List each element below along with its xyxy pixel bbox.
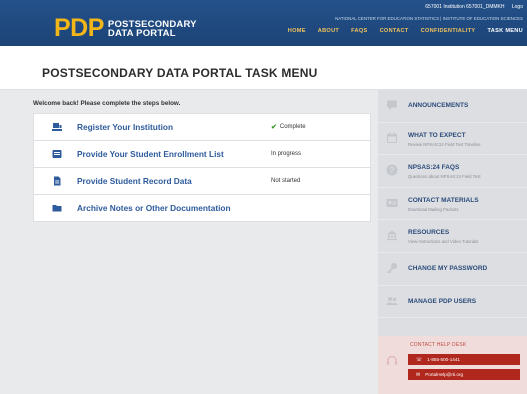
sidebar-title: NPSAS:24 FAQS [408,164,460,172]
task-register-institution[interactable]: Register Your Institution ✔ Complete [33,113,371,141]
task-enrollment-list[interactable]: Provide Your Student Enrollment List In … [33,140,371,168]
sidebar: ANNOUNCEMENTS WHAT TO EXPECT Review NPSA… [378,90,527,394]
nav-task-menu[interactable]: TASK MENU [487,28,523,34]
welcome-message: Welcome back! Please complete the steps … [33,100,181,107]
sidebar-item-contact-materials[interactable]: CONTACT MATERIALS Download Mailing Packe… [378,188,527,221]
user-info: 657001 Institution 657001_DMMKH Logo [425,4,523,10]
org-affiliation: NATIONAL CENTER FOR EDUCATION STATISTICS… [335,16,523,21]
logo-text: POSTSECONDARY DATA PORTAL [107,18,197,39]
nav-contact[interactable]: CONTACT [380,28,409,34]
help-email: PortalHelp@rti.org [425,372,464,377]
svg-text:?: ? [390,166,395,175]
help-desk-title: CONTACT HELP DESK [410,342,467,348]
task-label[interactable]: Provide Student Record Data [77,176,192,186]
task-archive-notes[interactable]: Archive Notes or Other Documentation [33,194,371,222]
sidebar-item-change-password[interactable]: CHANGE MY PASSWORD [378,253,527,286]
sidebar-subtitle: Download Mailing Packets [408,206,459,212]
pdp-logo[interactable]: PDP POSTSECONDARY DATA PORTAL [54,16,197,41]
sidebar-title: RESOURCES [408,229,450,237]
sidebar-subtitle: Review NPSAS:24 Field Test Timeline [408,141,481,147]
title-bar: POSTSECONDARY DATA PORTAL TASK MENU [0,46,527,90]
task-student-record-data[interactable]: Provide Student Record Data Not started [33,167,371,195]
announcement-icon [386,99,398,111]
sidebar-title: CHANGE MY PASSWORD [408,264,488,272]
checkmark-icon: ✔ [271,124,277,131]
institution-icon [52,122,62,132]
page-title: POSTSECONDARY DATA PORTAL TASK MENU [42,66,318,80]
sidebar-title: ANNOUNCEMENTS [408,102,469,109]
main-nav: HOME ABOUT FAQS CONTACT CONFIDENTIALITY … [288,28,523,34]
users-icon [386,295,398,307]
nav-confidentiality[interactable]: CONFIDENTIALITY [421,28,476,34]
calendar-icon [386,132,398,144]
task-panel: Welcome back! Please complete the steps … [33,100,371,222]
phone-icon: ☏ [416,356,423,363]
document-icon [52,176,62,186]
task-status: Not started [271,178,301,184]
task-label[interactable]: Archive Notes or Other Documentation [77,203,231,213]
task-label[interactable]: Provide Your Student Enrollment List [77,149,224,159]
task-status: In progress [271,151,302,157]
folder-icon [52,203,62,213]
question-icon: ? [386,164,398,176]
task-status: ✔ Complete [271,124,306,131]
headset-icon [386,354,398,366]
sidebar-subtitle: Questions about NPSAS:24 Field Test [408,174,481,180]
key-icon [386,262,398,274]
logout-link[interactable]: Logo [512,4,523,10]
sidebar-subtitle: View Instructions and Video Tutorials [408,239,479,245]
help-desk-panel: CONTACT HELP DESK ☏ 1-855-500-1441 ✉ Por… [378,336,527,394]
logo-mark: PDP [54,14,104,42]
nav-home[interactable]: HOME [288,28,306,34]
contact-card-icon [386,197,398,209]
nav-about[interactable]: ABOUT [318,28,339,34]
user-name: 657001 Institution 657001_DMMKH [425,4,505,10]
resources-icon [386,229,398,241]
task-label[interactable]: Register Your Institution [77,122,173,132]
nav-faqs[interactable]: FAQS [351,28,367,34]
sidebar-item-what-to-expect[interactable]: WHAT TO EXPECT Review NPSAS:24 Field Tes… [378,123,527,156]
task-list: Register Your Institution ✔ Complete Pro… [33,113,371,222]
sidebar-title: WHAT TO EXPECT [408,131,466,139]
sidebar-title: MANAGE PDP USERS [408,297,477,305]
help-phone-button[interactable]: ☏ 1-855-500-1441 [408,354,520,365]
sidebar-title: CONTACT MATERIALS [408,196,479,204]
list-icon [52,149,62,159]
sidebar-item-manage-users[interactable]: MANAGE PDP USERS [378,286,527,319]
sidebar-item-resources[interactable]: RESOURCES View Instructions and Video Tu… [378,220,527,253]
site-header: PDP POSTSECONDARY DATA PORTAL 657001 Ins… [0,0,527,46]
sidebar-item-announcements[interactable]: ANNOUNCEMENTS [378,90,527,123]
email-icon: ✉ [416,371,421,378]
help-phone: 1-855-500-1441 [427,357,460,362]
sidebar-item-npsas-faqs[interactable]: ? NPSAS:24 FAQS Questions about NPSAS:24… [378,155,527,188]
help-email-button[interactable]: ✉ PortalHelp@rti.org [408,369,520,380]
